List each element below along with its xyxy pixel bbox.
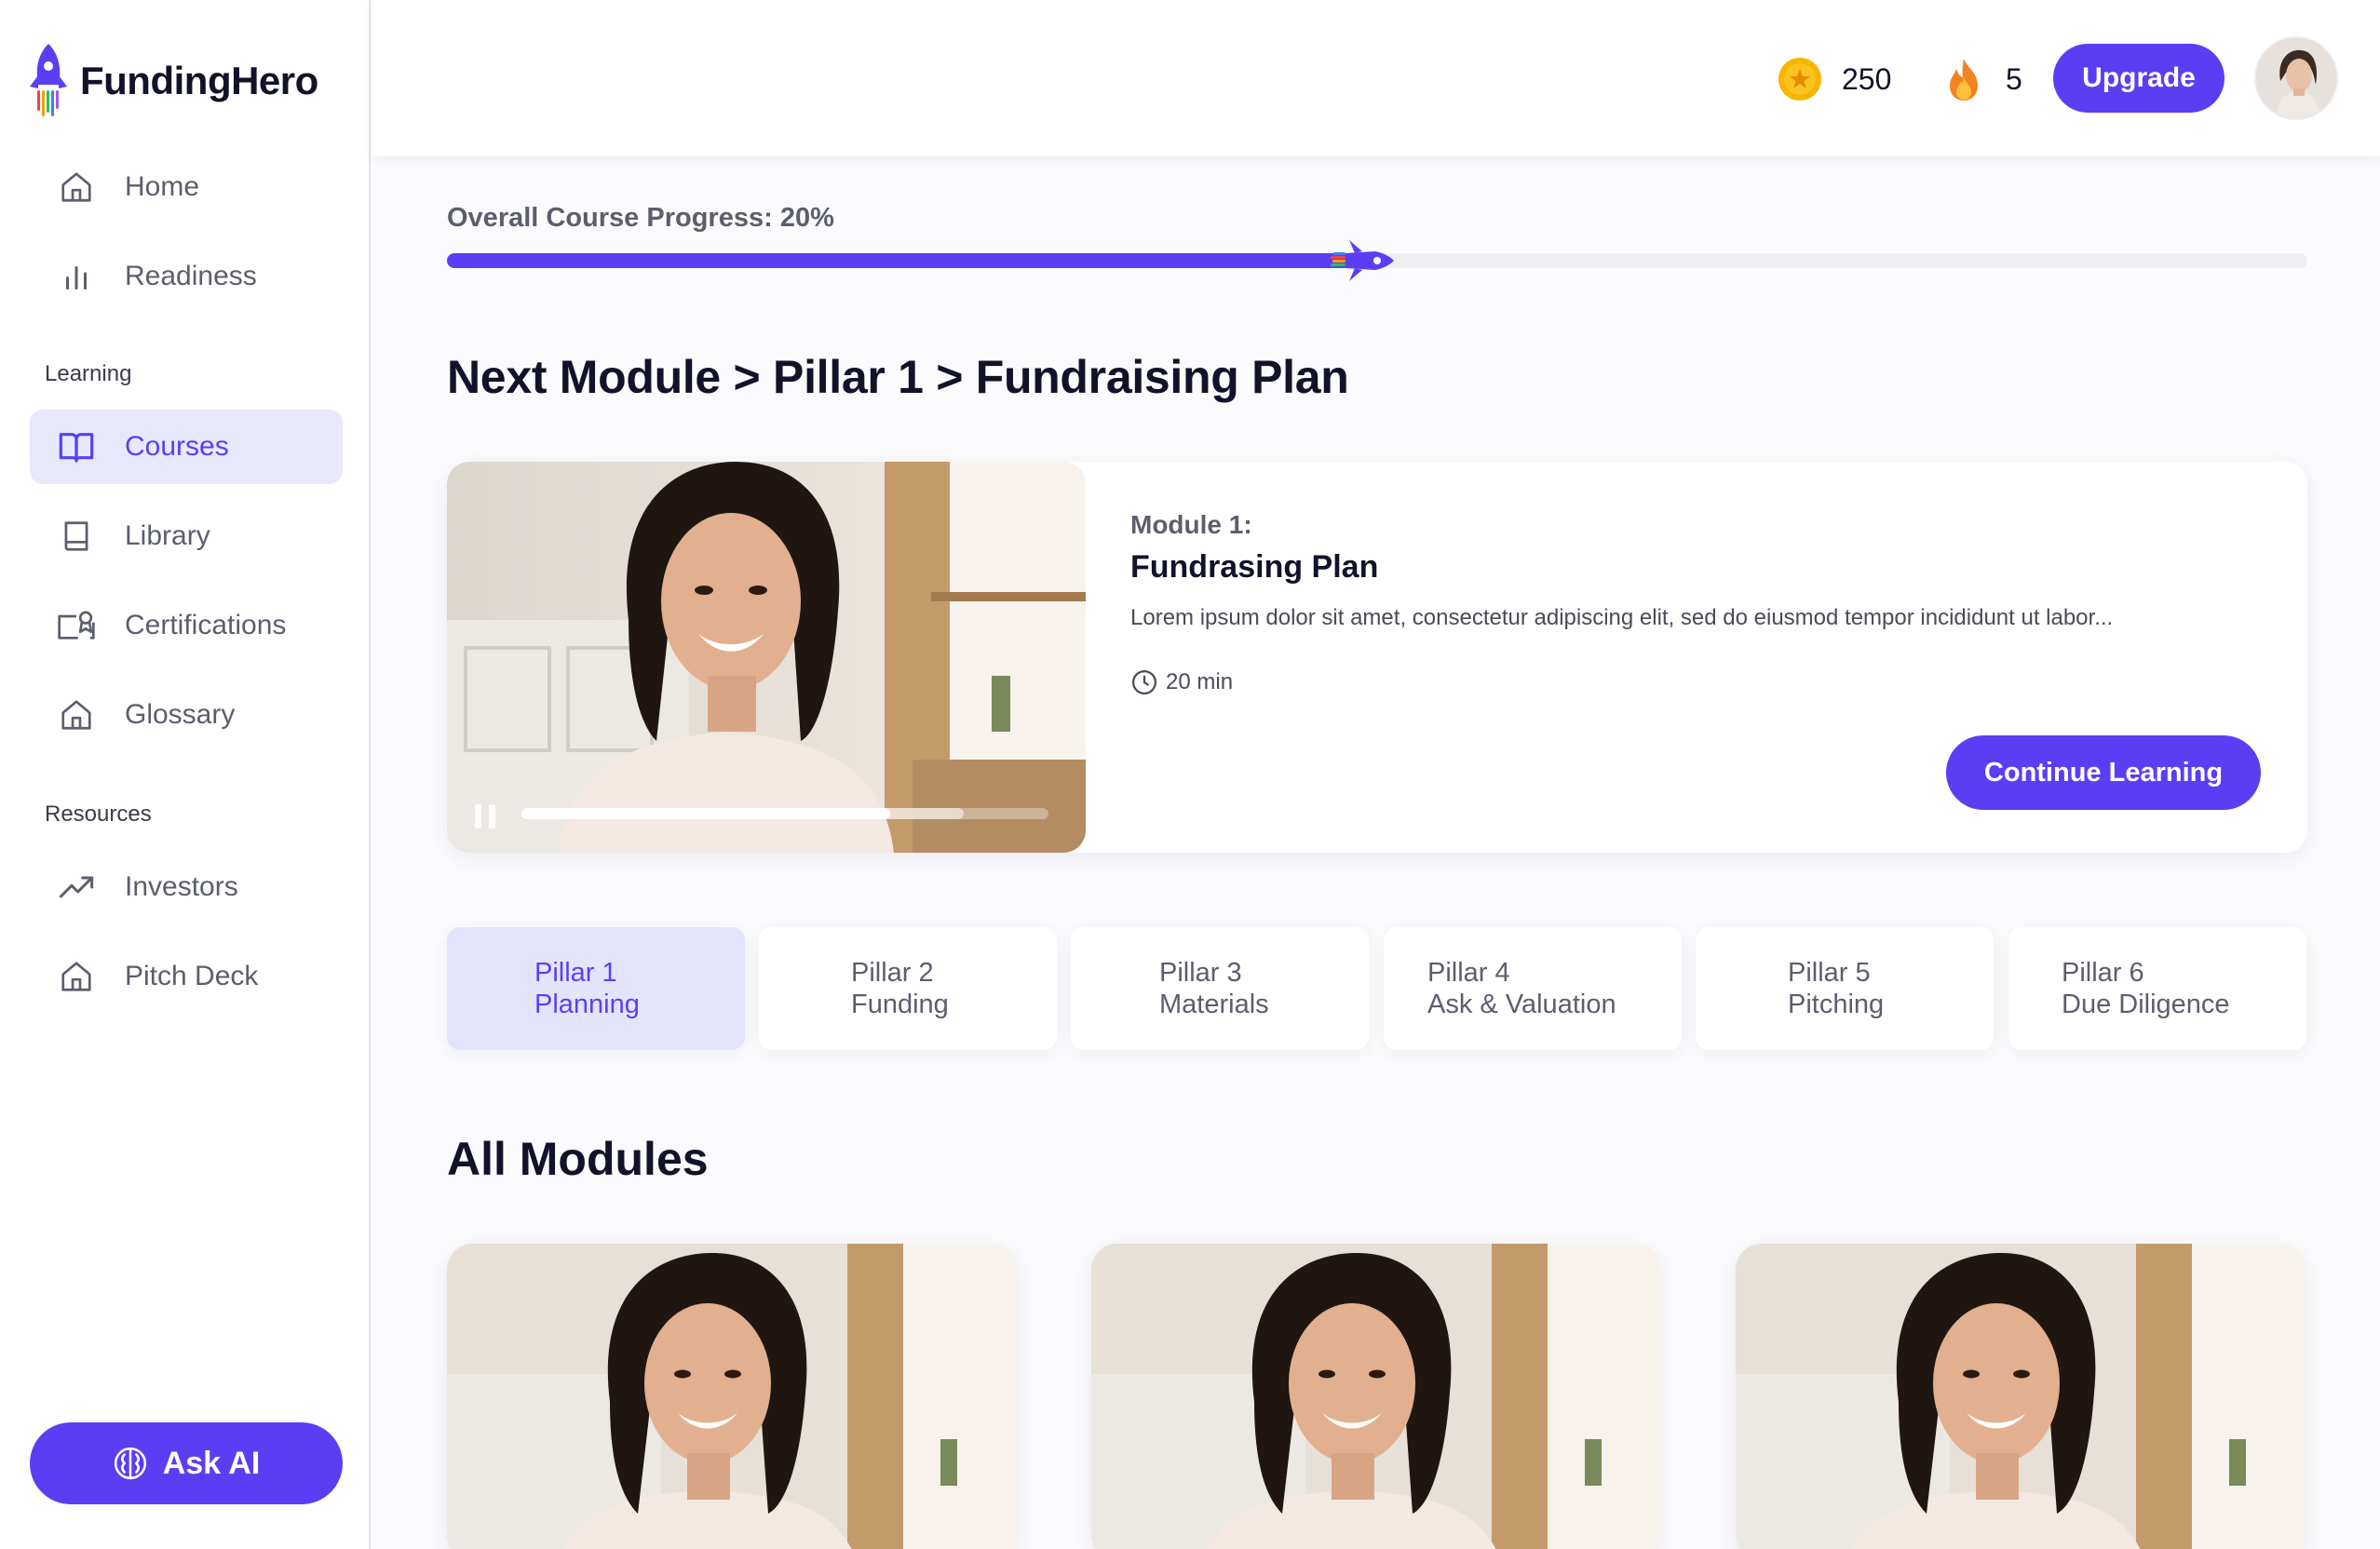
- tab-pillar-1[interactable]: Pillar 1 Planning: [447, 927, 745, 1050]
- user-avatar[interactable]: [2254, 36, 2338, 120]
- brain-icon: [114, 1447, 146, 1480]
- module-thumbnail: [447, 1244, 1017, 1549]
- pillar-number: Pillar 2: [851, 958, 934, 988]
- sidebar-item-readiness[interactable]: Readiness: [30, 239, 343, 314]
- sidebar-item-label: Courses: [125, 431, 229, 462]
- video-player[interactable]: [447, 462, 1086, 853]
- upgrade-button[interactable]: Upgrade: [2053, 44, 2224, 113]
- sidebar-item-label: Investors: [125, 871, 238, 902]
- video-scrubber[interactable]: [521, 808, 1048, 819]
- home-icon: [56, 956, 97, 997]
- video-played: [521, 808, 891, 819]
- module-duration: 20 min: [1130, 668, 1233, 696]
- module-card[interactable]: [447, 1244, 1017, 1549]
- module-card[interactable]: [1736, 1244, 2306, 1549]
- certificate-icon: [56, 605, 97, 646]
- logo[interactable]: FundingHero: [28, 41, 318, 121]
- coins-value: 250: [1842, 61, 1892, 96]
- next-module-card: Module 1: Fundrasing Plan Lorem ipsum do…: [447, 462, 2307, 853]
- pillar-name: Funding: [851, 990, 949, 1019]
- pillar-name: Materials: [1159, 990, 1269, 1019]
- home-icon: [56, 694, 97, 735]
- pillar-number: Pillar 1: [534, 958, 617, 988]
- rocket-progress-icon: [1331, 240, 1394, 281]
- clock-icon: [1132, 670, 1156, 694]
- fire-icon: [1950, 59, 1978, 101]
- next-module-heading: Next Module > Pillar 1 > Fundraising Pla…: [447, 351, 1349, 403]
- pillar-name: Pitching: [1788, 990, 1885, 1019]
- ask-ai-button[interactable]: Ask AI: [30, 1422, 343, 1504]
- top-bar: 250 5 Upgrade: [372, 0, 2380, 156]
- streak-counter[interactable]: 5: [1941, 47, 2022, 112]
- tab-pillar-2[interactable]: Pillar 2 Funding: [759, 927, 1057, 1050]
- open-book-icon: [56, 426, 97, 467]
- book-icon: [56, 516, 97, 557]
- bar-chart-icon: [56, 256, 97, 297]
- sidebar-item-label: Certifications: [125, 610, 287, 640]
- learning-section-label: Learning: [45, 361, 132, 386]
- pillar-number: Pillar 5: [1788, 958, 1871, 988]
- sidebar-item-glossary[interactable]: Glossary: [30, 678, 343, 752]
- pillar-name: Ask & Valuation: [1427, 990, 1616, 1019]
- rocket-logo-icon: [30, 44, 67, 116]
- sidebar-item-label: Pitch Deck: [125, 961, 259, 991]
- course-progress-label: Overall Course Progress: 20%: [447, 203, 834, 233]
- resources-section-label: Resources: [45, 801, 152, 827]
- sidebar-item-investors[interactable]: Investors: [30, 850, 343, 924]
- tab-pillar-3[interactable]: Pillar 3 Materials: [1071, 927, 1369, 1050]
- module-number: Module 1:: [1130, 510, 1252, 539]
- coins-counter[interactable]: 250: [1777, 47, 1891, 112]
- module-card[interactable]: [1091, 1244, 1661, 1549]
- tab-pillar-6[interactable]: Pillar 6 Due Diligence: [2008, 927, 2306, 1050]
- pillar-number: Pillar 3: [1159, 958, 1242, 988]
- sidebar-item-label: Library: [125, 520, 210, 551]
- sidebar-item-label: Home: [125, 171, 200, 202]
- module-thumbnail: [1736, 1244, 2306, 1549]
- module-title: Fundrasing Plan: [1130, 549, 1379, 585]
- pillar-name: Planning: [534, 990, 640, 1019]
- sidebar-item-label: Readiness: [125, 261, 257, 291]
- app-name: FundingHero: [80, 59, 318, 102]
- module-thumbnail: [1091, 1244, 1661, 1549]
- trending-up-icon: [56, 867, 97, 908]
- sidebar-item-library[interactable]: Library: [30, 499, 343, 573]
- sidebar-item-pitch-deck[interactable]: Pitch Deck: [30, 939, 343, 1014]
- duration-value: 20 min: [1166, 669, 1234, 694]
- user-photo: [2256, 38, 2336, 118]
- sidebar-item-courses[interactable]: Courses: [30, 410, 343, 484]
- sidebar-item-label: Glossary: [125, 699, 236, 730]
- pillar-name: Due Diligence: [2062, 990, 2230, 1019]
- streak-value: 5: [2006, 61, 2022, 96]
- pause-icon[interactable]: [469, 801, 501, 832]
- continue-learning-button[interactable]: Continue Learning: [1946, 735, 2261, 810]
- sidebar: FundingHero Home Readiness Learning Cour…: [0, 0, 371, 1549]
- course-progress-fill: [447, 253, 1377, 268]
- coin-icon: [1778, 58, 1821, 101]
- ask-ai-label: Ask AI: [162, 1445, 261, 1481]
- pillar-number: Pillar 4: [1427, 958, 1510, 988]
- sidebar-item-home[interactable]: Home: [30, 150, 343, 224]
- sidebar-item-certifications[interactable]: Certifications: [30, 588, 343, 663]
- tab-pillar-4[interactable]: Pillar 4 Ask & Valuation: [1384, 927, 1682, 1050]
- home-icon: [56, 167, 97, 208]
- course-progress-bar: [447, 240, 2307, 281]
- tab-pillar-5[interactable]: Pillar 5 Pitching: [1696, 927, 1994, 1050]
- module-description: Lorem ipsum dolor sit amet, consectetur …: [1130, 605, 2114, 630]
- pillar-number: Pillar 6: [2062, 958, 2144, 988]
- video-thumbnail: [447, 462, 1086, 853]
- all-modules-heading: All Modules: [447, 1133, 709, 1185]
